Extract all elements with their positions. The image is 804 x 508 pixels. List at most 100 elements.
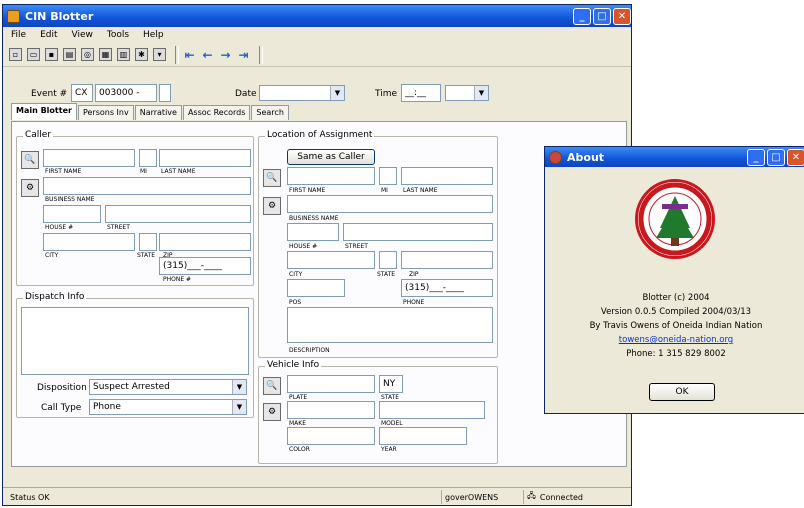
- caller-first-name-field[interactable]: [43, 149, 135, 167]
- caller-state-field[interactable]: [139, 233, 157, 251]
- last-record-icon[interactable]: ⇥: [237, 48, 250, 61]
- vehicle-model-field[interactable]: [379, 401, 485, 419]
- location-house-field[interactable]: [287, 223, 339, 241]
- call-type-label: Call Type: [41, 403, 82, 413]
- vehicle-plate-field[interactable]: [287, 375, 375, 393]
- close-button[interactable]: ✕: [613, 7, 631, 25]
- location-city-field[interactable]: [287, 251, 375, 269]
- time-select[interactable]: ▼: [445, 85, 489, 101]
- tab-search[interactable]: Search: [251, 105, 289, 120]
- location-search-icon[interactable]: 🔍: [263, 169, 281, 187]
- vehicle-make-field[interactable]: [287, 401, 375, 419]
- location-description-textarea[interactable]: [287, 307, 493, 343]
- vehicle-search-icon[interactable]: 🔍: [263, 377, 281, 395]
- vehicle-year-label: YEAR: [381, 446, 397, 453]
- caller-group: Caller 🔍 ⚙ FIRST NAME MI LAST NAME BUSIN…: [16, 130, 254, 286]
- vehicle-lookup-icon[interactable]: ⚙: [263, 403, 281, 421]
- caller-street-field[interactable]: [105, 205, 251, 223]
- caller-state-label: STATE: [137, 252, 156, 259]
- caller-city-label: CITY: [45, 252, 59, 259]
- location-pos-field[interactable]: [287, 279, 345, 297]
- status-bar: Status OK goverOWENS 🖧 Connected: [3, 487, 631, 505]
- save-icon[interactable]: ▪: [45, 48, 58, 61]
- vehicle-year-field[interactable]: [379, 427, 467, 445]
- caller-search-icon[interactable]: 🔍: [21, 151, 39, 169]
- about-app-icon: [549, 150, 562, 164]
- caller-mi-field[interactable]: [139, 149, 157, 167]
- ok-button[interactable]: OK: [649, 383, 715, 401]
- caller-zip-field[interactable]: [159, 233, 251, 251]
- caller-house-field[interactable]: [43, 205, 101, 223]
- location-state-field[interactable]: [379, 251, 397, 269]
- event-label: Event #: [31, 89, 68, 99]
- toolbar-separator: [259, 45, 263, 64]
- dispatch-info-textarea[interactable]: [21, 307, 249, 375]
- disposition-select[interactable]: Suspect Arrested ▼: [89, 379, 247, 395]
- grid-icon[interactable]: ▦: [99, 48, 112, 61]
- tab-main-blotter[interactable]: Main Blotter: [11, 103, 77, 120]
- menu-view[interactable]: View: [72, 30, 93, 40]
- new-icon[interactable]: ▫: [9, 48, 22, 61]
- caller-lookup-icon[interactable]: ⚙: [21, 179, 39, 197]
- date-select[interactable]: ▼: [259, 85, 345, 101]
- same-as-caller-button[interactable]: Same as Caller: [287, 149, 375, 165]
- location-group: Location of Assignment Same as Caller 🔍 …: [258, 130, 498, 358]
- location-phone-label: PHONE: [403, 299, 425, 306]
- location-business-field[interactable]: [287, 195, 493, 213]
- connection-status: 🖧 Connected: [523, 490, 583, 504]
- call-type-select[interactable]: Phone ▼: [89, 399, 247, 415]
- about-author: By Travis Owens of Oneida Indian Nation: [589, 321, 763, 331]
- form-icon[interactable]: ▥: [117, 48, 130, 61]
- location-phone-field[interactable]: [401, 279, 493, 297]
- menu-edit[interactable]: Edit: [40, 30, 57, 40]
- vehicle-state-field[interactable]: [379, 375, 403, 393]
- about-close-button[interactable]: ✕: [787, 148, 804, 166]
- location-street-label: STREET: [345, 243, 368, 250]
- toolbar: ▫ ▭ ▪ ▤ ◎ ▦ ▥ ✱ ▾ ⇤ ← → ⇥: [3, 43, 631, 67]
- search-icon[interactable]: ◎: [81, 48, 94, 61]
- about-version: Version 0.0.5 Compiled 2004/03/13: [600, 307, 752, 317]
- location-first-name-field[interactable]: [287, 167, 375, 185]
- menu-file[interactable]: File: [11, 30, 26, 40]
- open-icon[interactable]: ▭: [27, 48, 40, 61]
- tab-persons-inv[interactable]: Persons Inv: [77, 105, 134, 120]
- location-business-label: BUSINESS NAME: [289, 215, 339, 222]
- location-lookup-icon[interactable]: ⚙: [263, 197, 281, 215]
- event-number-field[interactable]: [95, 84, 157, 102]
- previous-record-icon[interactable]: ←: [201, 48, 214, 61]
- date-label: Date: [235, 89, 257, 99]
- tools-icon[interactable]: ✱: [135, 48, 148, 61]
- maximize-button[interactable]: □: [593, 7, 611, 25]
- caller-city-field[interactable]: [43, 233, 135, 251]
- caller-business-field[interactable]: [43, 177, 251, 195]
- event-prefix-field[interactable]: [71, 84, 93, 102]
- location-last-name-field[interactable]: [401, 167, 493, 185]
- vehicle-color-field[interactable]: [287, 427, 375, 445]
- chevron-down-icon: ▼: [474, 86, 488, 100]
- vehicle-plate-label: PLATE: [289, 394, 308, 401]
- menu-help[interactable]: Help: [143, 30, 164, 40]
- dropdown-icon[interactable]: ▾: [153, 48, 166, 61]
- tab-assoc-records[interactable]: Assoc Records: [182, 105, 251, 120]
- about-email-link[interactable]: towens@oneida-nation.org: [545, 335, 804, 345]
- location-zip-label: ZIP: [409, 271, 419, 278]
- vehicle-model-label: MODEL: [381, 420, 403, 427]
- print-icon[interactable]: ▤: [63, 48, 76, 61]
- location-mi-field[interactable]: [379, 167, 397, 185]
- minimize-button[interactable]: _: [573, 7, 591, 25]
- location-zip-field[interactable]: [401, 251, 493, 269]
- caller-last-name-field[interactable]: [159, 149, 251, 167]
- about-maximize-button[interactable]: □: [767, 148, 785, 166]
- chevron-down-icon: ▼: [232, 380, 246, 394]
- about-minimize-button[interactable]: _: [747, 148, 765, 166]
- next-record-icon[interactable]: →: [219, 48, 232, 61]
- caller-group-title: Caller: [23, 130, 54, 140]
- caller-business-label: BUSINESS NAME: [45, 196, 95, 203]
- menu-tools[interactable]: Tools: [107, 30, 129, 40]
- caller-phone-field[interactable]: [159, 257, 251, 275]
- location-street-field[interactable]: [343, 223, 493, 241]
- first-record-icon[interactable]: ⇤: [183, 48, 196, 61]
- event-suffix-field[interactable]: [159, 84, 171, 102]
- time-field[interactable]: [401, 84, 441, 102]
- tab-narrative[interactable]: Narrative: [134, 105, 182, 120]
